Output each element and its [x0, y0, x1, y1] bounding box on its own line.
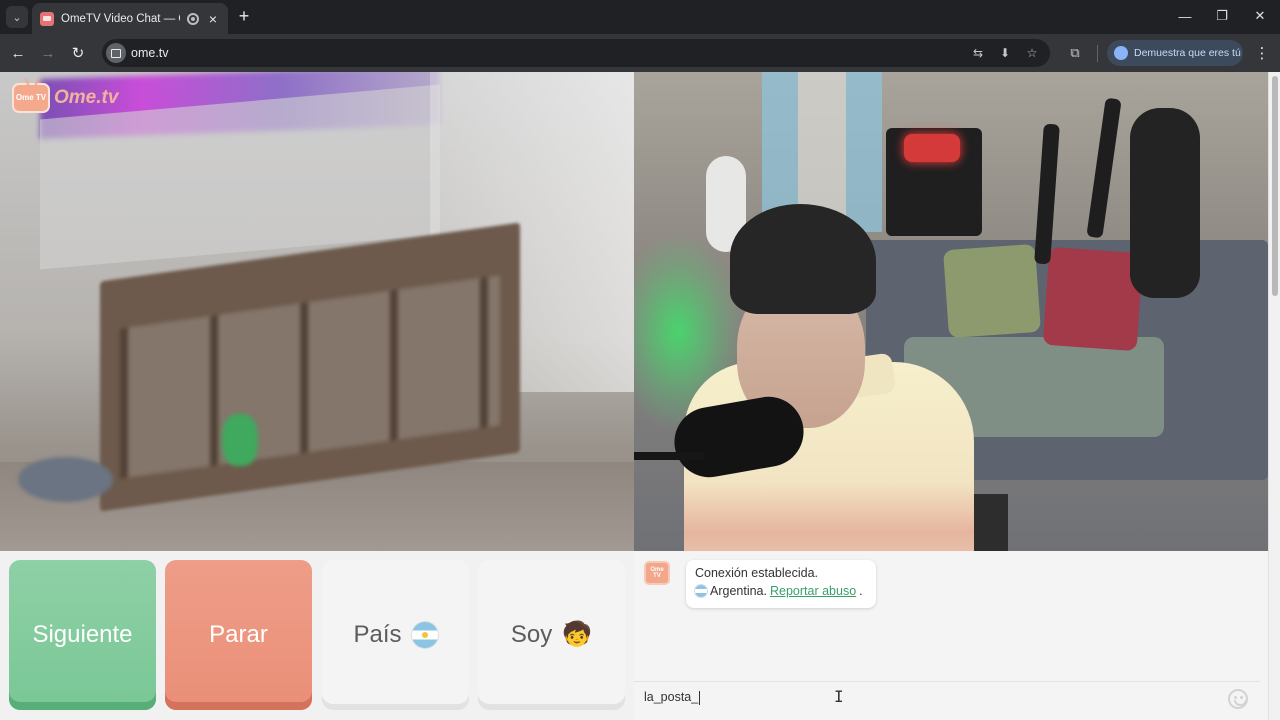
page-scrollbar[interactable] — [1268, 72, 1280, 720]
argentina-flag-icon — [695, 585, 707, 597]
url-text[interactable]: ome.tv — [131, 46, 169, 60]
boy-emoji-icon: 🧒 — [562, 621, 593, 648]
logo-wordmark: Ome.tv — [54, 87, 119, 108]
tab-title: OmeTV Video Chat — Ome — [61, 12, 180, 25]
camera-site-icon[interactable] — [106, 43, 126, 63]
forward-button[interactable]: → — [37, 42, 59, 64]
control-panel: Siguiente Parar País Soy 🧒 — [0, 551, 634, 720]
system-message: Conexión establecida. Argentina. Reporta… — [686, 560, 876, 608]
tv-logo-icon: Ome TV — [12, 83, 50, 113]
next-button[interactable]: Siguiente — [9, 560, 156, 710]
bookmark-star-icon[interactable]: ☆ — [1024, 45, 1040, 61]
chevron-down-icon: ⌄ — [12, 11, 22, 24]
recording-indicator-icon — [187, 12, 199, 25]
mouse-text-cursor-icon: I — [834, 687, 844, 706]
chat-message-input[interactable]: la_posta_ — [644, 690, 701, 705]
install-app-icon[interactable]: ⬇ — [997, 45, 1013, 61]
close-window-button[interactable]: ✕ — [1250, 6, 1270, 26]
partner-country: Argentina. — [710, 584, 767, 598]
argentina-flag-icon — [411, 622, 438, 648]
minimize-button[interactable]: — — [1175, 6, 1195, 26]
smiley-icon[interactable] — [1228, 689, 1248, 709]
ometv-chat-avatar-icon: Ome TV — [644, 561, 670, 585]
browser-tab[interactable]: OmeTV Video Chat — Ome × — [32, 3, 228, 34]
report-abuse-link[interactable]: Reportar abuso — [770, 584, 856, 598]
remote-video — [634, 72, 1268, 551]
gender-label: Soy — [510, 621, 553, 648]
browser-toolbar: ← → ↻ ome.tv ⇆ ⬇ ☆ ⧉ Demuestra que eres … — [0, 34, 1280, 72]
profile-avatar-icon — [1114, 46, 1128, 60]
address-bar[interactable]: ome.tv ⇆ ⬇ ☆ — [102, 39, 1050, 67]
chat-panel: Ome TV Conexión establecida. Argentina. … — [634, 551, 1268, 720]
next-label: Siguiente — [32, 621, 133, 648]
connection-status: Conexión establecida. — [695, 566, 818, 580]
back-button[interactable]: ← — [7, 42, 29, 64]
extensions-icon[interactable]: ⧉ — [1066, 44, 1084, 62]
tab-close-icon[interactable]: × — [206, 11, 220, 27]
local-video: Ome TV Ome.tv — [0, 72, 634, 551]
browser-menu-icon[interactable]: ⋮ — [1254, 43, 1270, 63]
scroll-thumb[interactable] — [1272, 76, 1278, 296]
ometv-logo[interactable]: Ome TV Ome.tv — [12, 80, 118, 116]
profile-label: Demuestra que eres tú — [1134, 47, 1241, 59]
ometv-favicon-icon — [40, 11, 54, 26]
translate-icon[interactable]: ⇆ — [970, 45, 986, 61]
stop-label: Parar — [209, 621, 268, 648]
country-label: País — [353, 621, 402, 648]
country-button[interactable]: País — [322, 560, 469, 710]
toolbar-divider — [1097, 45, 1098, 62]
text-caret — [699, 690, 701, 705]
ometv-page: Ome TV Ome.tv Siguiente Parar País Soy 🧒… — [0, 72, 1280, 720]
maximize-button[interactable]: ❐ — [1212, 6, 1232, 26]
new-tab-button[interactable]: + — [234, 6, 254, 26]
profile-chip[interactable]: Demuestra que eres tú — [1107, 40, 1243, 66]
tab-search-button[interactable]: ⌄ — [6, 6, 28, 28]
stop-button[interactable]: Parar — [165, 560, 312, 710]
tab-strip: ⌄ OmeTV Video Chat — Ome × + — ❐ ✕ — [0, 0, 1280, 34]
gender-button[interactable]: Soy 🧒 — [478, 560, 625, 710]
reload-button[interactable]: ↻ — [67, 42, 89, 64]
chat-input-row[interactable]: la_posta_ I — [634, 681, 1260, 720]
